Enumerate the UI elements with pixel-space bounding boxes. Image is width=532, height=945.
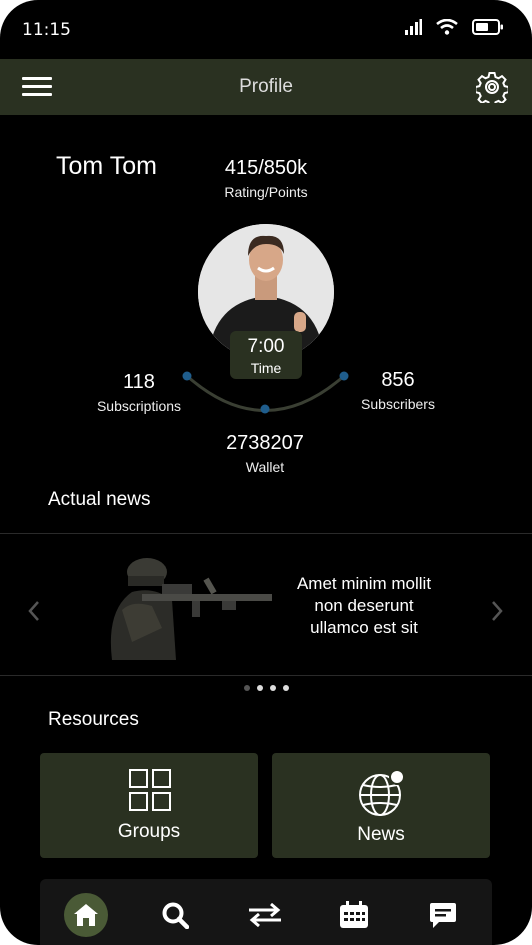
grid-icon [129,769,171,811]
subscribers-value: 856 [381,369,415,391]
time-label: Time [250,360,282,376]
wallet-value: 2738207 [226,432,304,454]
carousel-dot[interactable] [244,685,250,691]
wallet-label: Wallet [245,459,285,475]
subscriptions-value: 118 [123,371,155,393]
search-icon [162,902,189,929]
carousel-dot[interactable] [270,685,276,691]
chevron-left-icon[interactable] [27,600,41,622]
news-card-label: News [357,824,405,845]
subscriptions-label: Subscriptions [96,398,182,414]
news-slide-text[interactable]: Amet minim mollit non deserunt ullamco e… [286,573,442,639]
globe-icon [359,769,405,816]
subscribers-label: Subscribers [361,396,435,412]
news-divider-top [0,533,532,534]
phone-screen: 11:15 Profile Tom Tom 415/850k Rating/Po… [0,0,532,945]
chevron-right-icon[interactable] [490,600,504,622]
groups-card[interactable]: Groups [40,753,258,858]
news-image-soldier [92,550,282,662]
time-value: 7:00 [247,336,285,357]
time-badge: 7:00 Time [230,331,302,379]
subscriptions-stat[interactable]: 118 Subscriptions [88,371,190,414]
groups-card-label: Groups [117,821,181,842]
carousel-indicator [244,685,289,691]
subscribers-stat[interactable]: 856 Subscribers [352,369,444,412]
bottom-navigation [40,879,492,945]
chat-icon [430,903,456,928]
news-card[interactable]: News [272,753,490,858]
news-section-title: Actual news [48,489,151,510]
wallet-stat[interactable]: 2738207 Wallet [210,432,320,475]
resources-section-title: Resources [48,709,139,730]
calendar-icon [340,901,368,928]
carousel-dot[interactable] [283,685,289,691]
nav-search[interactable] [153,893,197,937]
carousel-dot[interactable] [257,685,263,691]
home-icon [74,904,98,926]
transfer-icon [249,903,281,927]
nav-calendar[interactable] [332,893,376,937]
news-divider-bottom [0,675,532,676]
nav-transfer[interactable] [243,893,287,937]
nav-home[interactable] [64,893,108,937]
nav-chat[interactable] [421,893,465,937]
